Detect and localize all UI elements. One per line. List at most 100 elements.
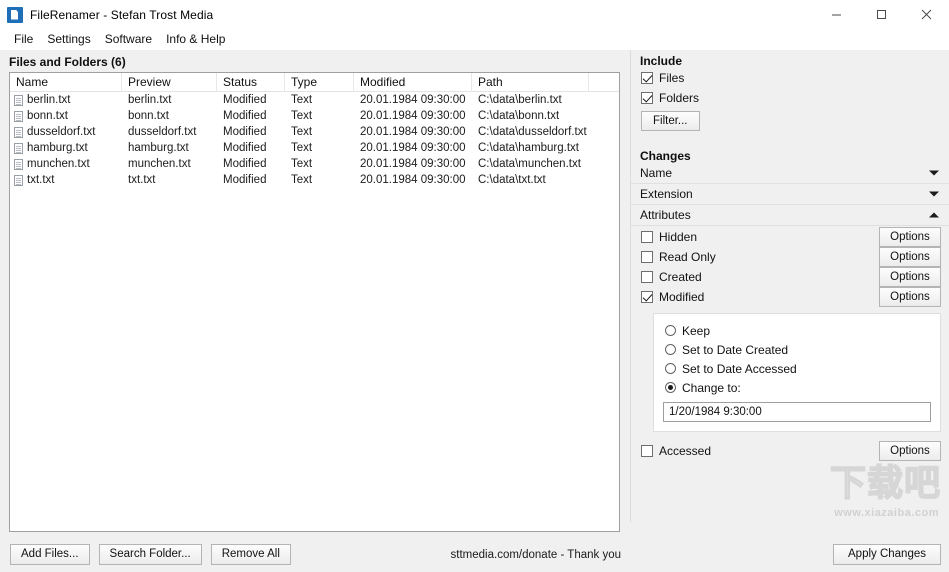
column-header-name[interactable]: Name <box>10 73 122 92</box>
radio-row-change-to[interactable]: Change to: <box>654 378 940 397</box>
attribute-row-accessed[interactable]: Accessed Options <box>631 441 949 461</box>
attribute-row-created[interactable]: Created Options <box>631 267 949 287</box>
chevron-up-icon[interactable] <box>929 212 939 218</box>
table-row[interactable]: hamburg.txt hamburg.txt Modified Text 20… <box>10 140 619 156</box>
options-pane: Include Files Folders Filter... Changes … <box>630 50 949 565</box>
attribute-accessed-label: Accessed <box>659 444 712 458</box>
cell-preview: txt.txt <box>128 174 156 186</box>
changes-title: Changes <box>640 149 691 163</box>
table-row[interactable]: berlin.txt berlin.txt Modified Text 20.0… <box>10 92 619 108</box>
cell-status: Modified <box>223 126 267 138</box>
attribute-row-hidden[interactable]: Hidden Options <box>631 227 949 247</box>
radio-row-keep[interactable]: Keep <box>654 321 940 340</box>
files-listbox[interactable]: Name Preview Status Type Modified Path b… <box>9 72 620 532</box>
changes-section-extension[interactable]: Extension <box>631 184 949 205</box>
file-icon <box>14 158 23 170</box>
window-controls <box>814 0 949 29</box>
add-files-button[interactable]: Add Files... <box>10 544 90 565</box>
minimize-icon[interactable] <box>814 0 859 29</box>
cell-path: C:\data\berlin.txt <box>478 94 562 106</box>
include-files-row[interactable]: Files <box>631 68 949 88</box>
files-list-body: berlin.txt berlin.txt Modified Text 20.0… <box>10 92 619 188</box>
checkbox-hidden[interactable] <box>641 231 653 243</box>
changes-section-attributes[interactable]: Attributes <box>631 205 949 226</box>
cell-name: txt.txt <box>27 174 55 186</box>
cell-type: Text <box>291 142 313 154</box>
file-icon <box>14 142 23 154</box>
created-options-button[interactable]: Options <box>879 267 941 287</box>
accessed-options-button[interactable]: Options <box>879 441 941 461</box>
column-header-modified[interactable]: Modified <box>354 73 472 92</box>
modified-options-button[interactable]: Options <box>879 287 941 307</box>
files-list-header: Name Preview Status Type Modified Path <box>10 73 619 92</box>
radio-row-set-date-created[interactable]: Set to Date Created <box>654 340 940 359</box>
readonly-options-button[interactable]: Options <box>879 247 941 267</box>
changes-section-name[interactable]: Name <box>631 163 949 184</box>
modified-settings-panel: Keep Set to Date Created Set to Date Acc… <box>653 313 941 432</box>
filter-button[interactable]: Filter... <box>641 111 700 131</box>
maximize-icon[interactable] <box>859 0 904 29</box>
chevron-down-icon[interactable] <box>929 191 939 197</box>
files-pane: Files and Folders (6) Name Preview Statu… <box>0 50 630 565</box>
cell-type: Text <box>291 110 313 122</box>
apply-changes-button[interactable]: Apply Changes <box>833 544 941 565</box>
table-row[interactable]: txt.txt txt.txt Modified Text 20.01.1984… <box>10 172 619 188</box>
close-icon[interactable] <box>904 0 949 29</box>
checkbox-modified[interactable] <box>641 291 653 303</box>
cell-status: Modified <box>223 94 267 106</box>
table-row[interactable]: bonn.txt bonn.txt Modified Text 20.01.19… <box>10 108 619 124</box>
column-header-spacer <box>589 73 619 92</box>
cell-path: C:\data\dusseldorf.txt <box>478 126 587 138</box>
include-folders-row[interactable]: Folders <box>631 88 949 108</box>
attribute-modified-label: Modified <box>659 290 705 304</box>
cell-preview: dusseldorf.txt <box>128 126 197 138</box>
cell-path: C:\data\bonn.txt <box>478 110 560 122</box>
radio-keep[interactable] <box>665 325 676 336</box>
column-header-status[interactable]: Status <box>217 73 285 92</box>
cell-type: Text <box>291 174 313 186</box>
attribute-hidden-label: Hidden <box>659 230 698 244</box>
cell-preview: munchen.txt <box>128 158 191 170</box>
include-folders-label: Folders <box>659 91 700 105</box>
attribute-row-readonly[interactable]: Read Only Options <box>631 247 949 267</box>
table-row[interactable]: dusseldorf.txt dusseldorf.txt Modified T… <box>10 124 619 140</box>
cell-type: Text <box>291 126 313 138</box>
radio-set-date-accessed-label: Set to Date Accessed <box>682 361 797 376</box>
file-icon <box>14 94 23 106</box>
menu-item-file[interactable]: File <box>7 30 40 49</box>
cell-modified: 20.01.1984 09:30:00 <box>360 174 466 186</box>
cell-preview: hamburg.txt <box>128 142 189 154</box>
filter-button-row: Filter... <box>631 111 949 131</box>
table-row[interactable]: munchen.txt munchen.txt Modified Text 20… <box>10 156 619 172</box>
menu-item-software[interactable]: Software <box>98 30 159 49</box>
radio-change-to[interactable] <box>665 382 676 393</box>
cell-preview: berlin.txt <box>128 94 172 106</box>
file-icon <box>14 126 23 138</box>
checkbox-created[interactable] <box>641 271 653 283</box>
attribute-row-modified[interactable]: Modified Options <box>631 287 949 307</box>
remove-all-button[interactable]: Remove All <box>210 544 291 565</box>
cell-modified: 20.01.1984 09:30:00 <box>360 158 466 170</box>
cell-modified: 20.01.1984 09:30:00 <box>360 94 466 106</box>
checkbox-files[interactable] <box>641 72 653 84</box>
menu-item-info-help[interactable]: Info & Help <box>159 30 232 49</box>
column-header-preview[interactable]: Preview <box>122 73 217 92</box>
apply-bar: Apply Changes <box>631 537 949 572</box>
change-to-date-input[interactable]: 1/20/1984 9:30:00 <box>663 402 931 422</box>
radio-row-set-date-accessed[interactable]: Set to Date Accessed <box>654 359 940 378</box>
menu-bar: File Settings Software Info & Help <box>0 29 949 50</box>
checkbox-accessed[interactable] <box>641 445 653 457</box>
checkbox-read-only[interactable] <box>641 251 653 263</box>
chevron-down-icon[interactable] <box>929 170 939 176</box>
checkbox-folders[interactable] <box>641 92 653 104</box>
hidden-options-button[interactable]: Options <box>879 227 941 247</box>
column-header-type[interactable]: Type <box>285 73 354 92</box>
radio-set-date-accessed[interactable] <box>665 363 676 374</box>
search-folder-button[interactable]: Search Folder... <box>98 544 202 565</box>
window-title: FileRenamer - Stefan Trost Media <box>30 7 214 22</box>
column-header-path[interactable]: Path <box>472 73 589 92</box>
menu-item-settings[interactable]: Settings <box>40 30 97 49</box>
radio-set-date-created[interactable] <box>665 344 676 355</box>
radio-change-to-label: Change to: <box>682 380 741 395</box>
cell-status: Modified <box>223 142 267 154</box>
